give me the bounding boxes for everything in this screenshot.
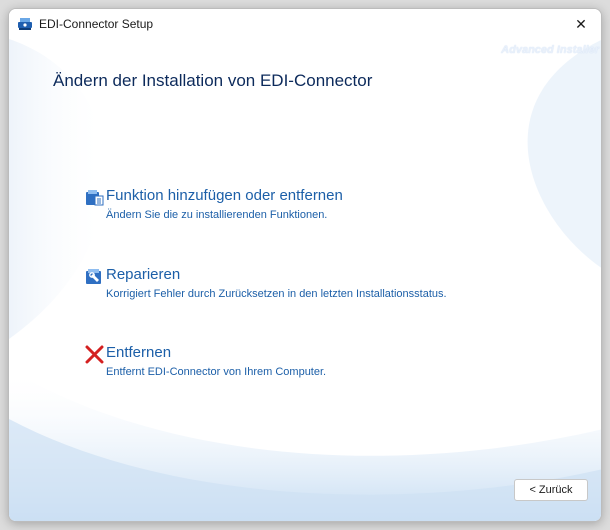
page-title: Ändern der Installation von EDI-Connecto… bbox=[53, 71, 373, 90]
option-repair[interactable]: Reparieren Korrigiert Fehler durch Zurüc… bbox=[85, 266, 545, 308]
app-icon bbox=[17, 16, 33, 32]
option-modify-title[interactable]: Funktion hinzufügen oder entfernen bbox=[106, 187, 343, 204]
close-icon: ✕ bbox=[575, 15, 587, 32]
window-title: EDI-Connector Setup bbox=[39, 17, 154, 31]
option-remove[interactable]: Entfernen Entfernt EDI-Connector von Ihr… bbox=[85, 344, 545, 386]
install-package-icon bbox=[85, 188, 104, 207]
close-button[interactable]: ✕ bbox=[561, 9, 601, 39]
option-modify-description: Ändern Sie die zu installierenden Funkti… bbox=[106, 209, 328, 221]
repair-package-icon bbox=[85, 267, 104, 286]
title-bar: EDI-Connector Setup ✕ bbox=[9, 9, 601, 39]
option-remove-description: Entfernt EDI-Connector von Ihrem Compute… bbox=[106, 366, 327, 378]
setup-window: EDI-Connector Setup ✕ Advanced Installer… bbox=[8, 8, 602, 522]
brand-watermark: Advanced Installer bbox=[501, 44, 599, 56]
dialog-body: Advanced Installer Ändern der Installati… bbox=[9, 39, 601, 521]
option-modify[interactable]: Funktion hinzufügen oder entfernen Änder… bbox=[85, 187, 545, 229]
back-button[interactable]: < Zurück bbox=[514, 479, 588, 501]
option-remove-title[interactable]: Entfernen bbox=[106, 344, 171, 361]
remove-x-icon bbox=[85, 345, 104, 364]
option-repair-title[interactable]: Reparieren bbox=[106, 266, 180, 283]
option-repair-description: Korrigiert Fehler durch Zurücksetzen in … bbox=[106, 288, 447, 300]
